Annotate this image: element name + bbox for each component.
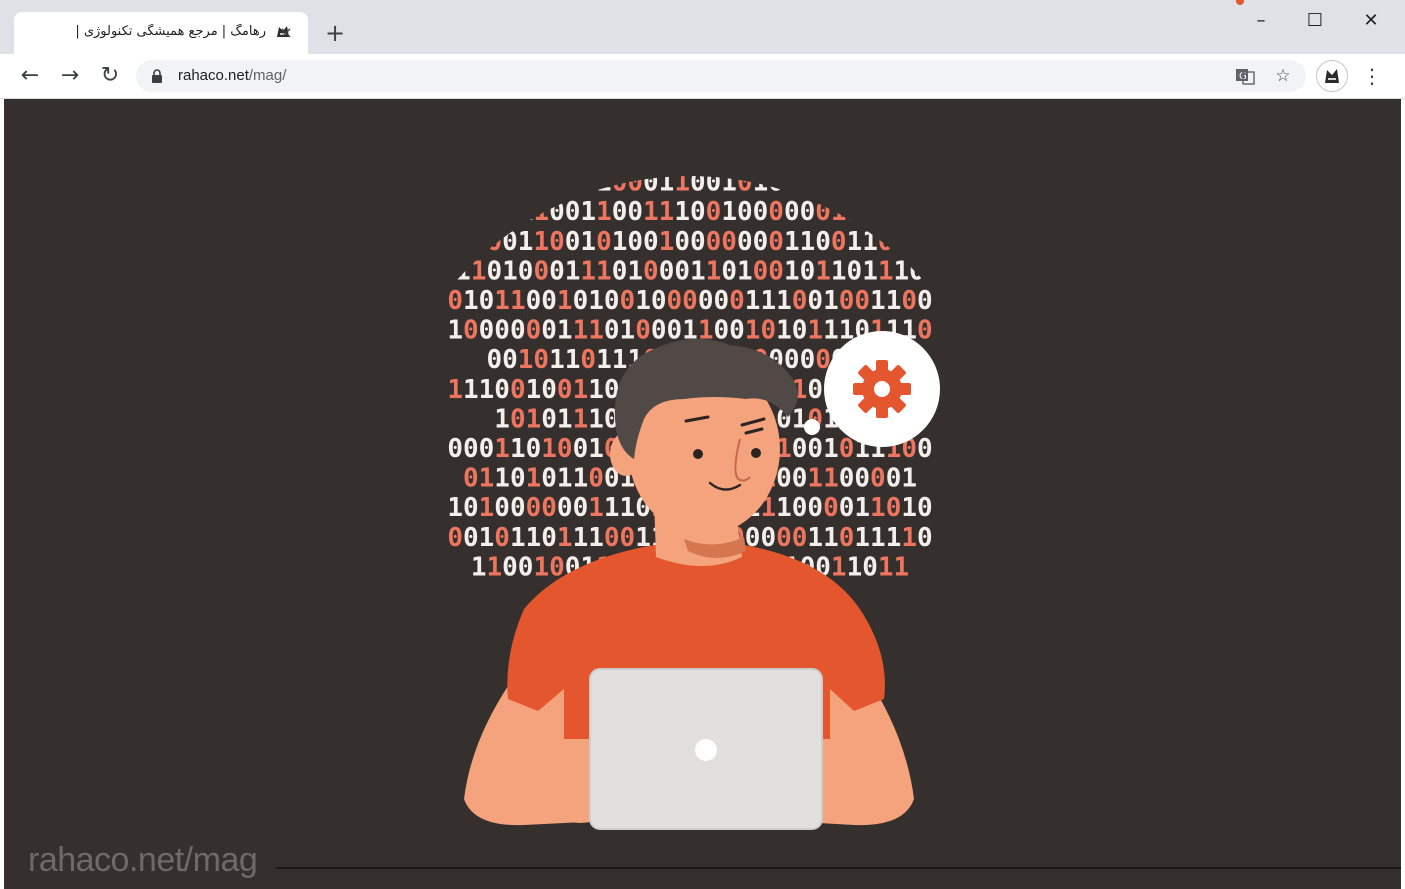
address-bar[interactable]: rahaco.net/mag/ G ☆ [136,60,1306,92]
hero-illustration: ..010000001...110100011001010111.0111001… [440,138,941,830]
bookmark-star-icon[interactable]: ☆ [1272,66,1294,86]
maximize-button[interactable]: ☐ [1292,8,1338,34]
forward-button[interactable]: → [56,62,84,90]
browser-toolbar: ← → ↻ rahaco.net/mag/ G ☆ ⋮ [0,54,1405,99]
minimize-button[interactable]: – [1238,8,1284,34]
tab-close-icon[interactable]: × [276,23,296,43]
url-host: rahaco.net [178,67,249,84]
site-watermark: rahaco.net/mag [28,841,258,879]
watermark-divider [276,867,1401,869]
rahaco-logo-icon [1325,69,1339,83]
binary-row: 11101000111010001101001011011100 [440,256,941,286]
binary-row: ..010000001.. [588,138,792,168]
laptop-icon [589,668,823,830]
browser-tab-active[interactable]: رهامگ | مرجع همیشگی تکنولوژی | × [14,12,308,54]
translate-icon[interactable]: G [1234,66,1256,86]
browser-tab-strip: رهامگ | مرجع همیشگی تکنولوژی | × + – ☐ ✕ [0,0,1405,54]
right-eye [751,448,761,458]
close-window-button[interactable]: ✕ [1348,8,1394,34]
binary-row: 0101100101001000000111001001100 [447,286,932,316]
binary-row: 01110011001110010000001100 [486,197,893,227]
profile-avatar[interactable] [1316,60,1348,92]
back-button[interactable]: ← [16,62,44,90]
thought-dot [804,419,820,435]
new-tab-button[interactable]: + [322,20,348,46]
tab-title: رهامگ | مرجع همیشگی تکنولوژی | [75,24,266,39]
reload-button[interactable]: ↻ [96,62,124,90]
page-content: ..010000001.. .110100011001010111. 0111001… [4,99,1401,889]
url-path: /mag/ [248,67,287,84]
notification-dot [1236,0,1244,5]
binary-row: 1001100101001000000011001100 [471,227,909,257]
lock-icon [152,69,162,83]
gear-icon [853,360,911,418]
binary-row: .110100011001010111. [533,168,846,198]
left-eye [693,449,703,459]
url-text[interactable]: rahaco.net/mag/ [178,67,286,84]
browser-menu-button[interactable]: ⋮ [1360,62,1384,90]
